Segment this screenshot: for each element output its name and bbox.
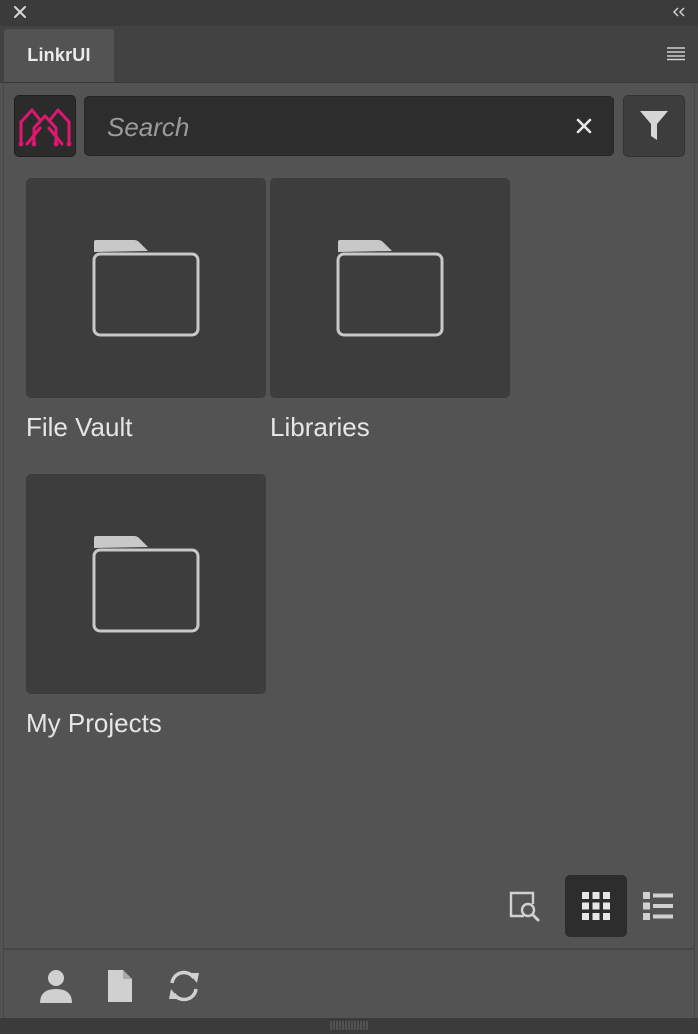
document-search-icon (509, 891, 540, 922)
preview-button[interactable] (493, 875, 555, 937)
panel-footer (4, 948, 694, 1020)
refresh-icon (169, 970, 199, 1002)
folder-tile-my-projects[interactable]: My Projects (26, 474, 266, 739)
file-icon (108, 970, 132, 1002)
folder-label: File Vault (26, 412, 133, 442)
double-chevron-left-icon[interactable] (670, 5, 688, 19)
folder-label: Libraries (270, 412, 370, 442)
folder-icon (92, 536, 200, 633)
grid-view-icon (582, 892, 610, 920)
window-titlebar (0, 0, 698, 27)
folder-icon (336, 240, 444, 337)
folder-thumbnail (270, 178, 510, 398)
tab-linkrui[interactable]: LinkrUI (4, 29, 114, 82)
search-input[interactable] (105, 97, 549, 157)
resize-grip-icon (330, 1021, 368, 1030)
folder-thumbnail (26, 178, 266, 398)
search-field (84, 96, 614, 157)
list-view-button[interactable] (627, 875, 689, 937)
tab-label: LinkrUI (27, 45, 91, 65)
filter-icon (640, 111, 668, 140)
linkr-logo-icon (18, 108, 72, 147)
file-button[interactable] (100, 964, 140, 1008)
linkr-logo-button[interactable] (14, 95, 76, 157)
refresh-button[interactable] (164, 964, 204, 1008)
close-icon[interactable] (11, 3, 29, 21)
folder-label: My Projects (26, 708, 162, 738)
folder-tile-file-vault[interactable]: File Vault (26, 178, 266, 443)
user-icon (40, 970, 72, 1003)
close-icon[interactable] (573, 115, 595, 137)
account-button[interactable] (36, 964, 76, 1008)
panel-tabbar: LinkrUI (0, 26, 698, 83)
hamburger-icon[interactable] (666, 45, 686, 61)
folder-icon (92, 240, 200, 337)
resize-bar[interactable] (0, 1018, 698, 1034)
folder-tile-libraries[interactable]: Libraries (270, 178, 510, 443)
filter-button[interactable] (623, 95, 685, 157)
folder-thumbnail (26, 474, 266, 694)
grid-view-button[interactable] (565, 875, 627, 937)
list-view-icon (643, 892, 673, 920)
